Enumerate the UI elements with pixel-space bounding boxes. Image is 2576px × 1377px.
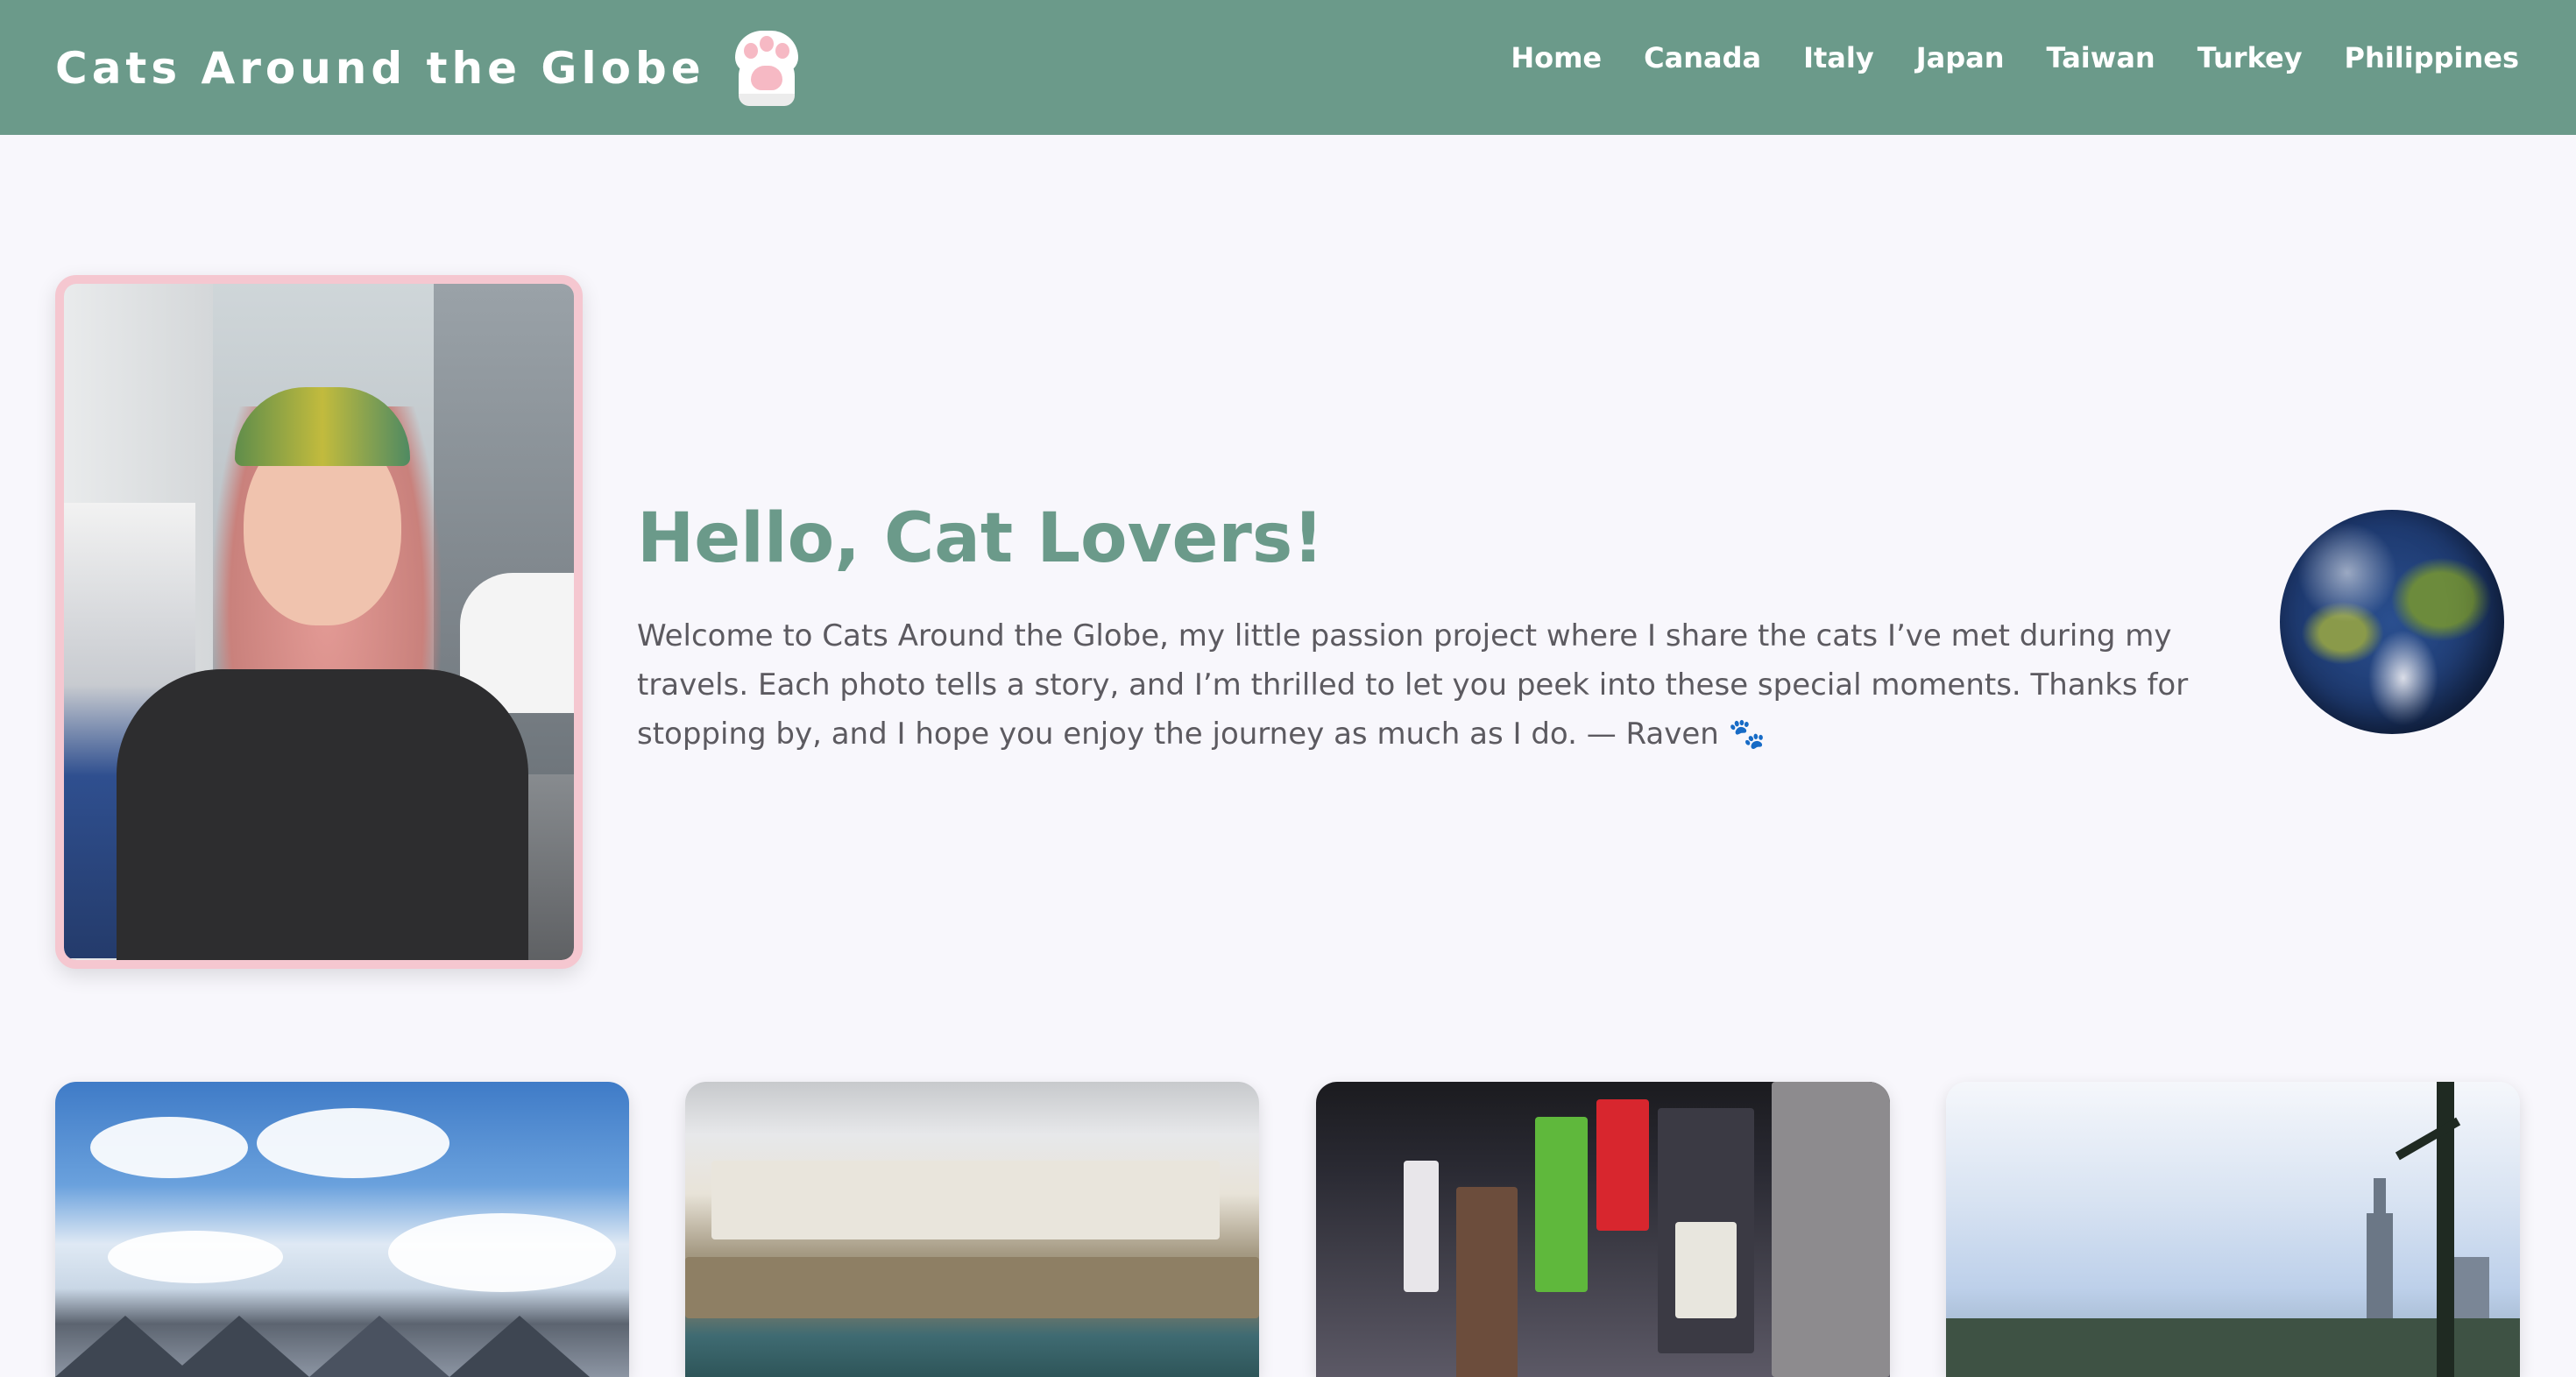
paw-sock-icon: [732, 31, 802, 106]
site-header: Cats Around the Globe Home Canada Italy …: [0, 0, 2576, 135]
nav-link-canada[interactable]: Canada: [1644, 41, 1761, 74]
brand[interactable]: Cats Around the Globe: [55, 26, 802, 110]
nav-link-taiwan[interactable]: Taiwan: [2046, 41, 2155, 74]
nav-link-philippines[interactable]: Philippines: [2345, 41, 2519, 74]
hero-intro-text: Welcome to Cats Around the Globe, my lit…: [637, 618, 2189, 752]
card-canada[interactable]: [55, 1082, 629, 1377]
nav-link-japan[interactable]: Japan: [1916, 41, 2005, 74]
site-title[interactable]: Cats Around the Globe: [55, 43, 705, 94]
hero-title: Hello, Cat Lovers!: [637, 499, 1324, 578]
card-italy[interactable]: [685, 1082, 1259, 1377]
earth-globe-icon: [2280, 510, 2504, 734]
nav-link-italy[interactable]: Italy: [1803, 41, 1874, 74]
author-portrait-photo: [55, 275, 583, 969]
card-taiwan[interactable]: [1946, 1082, 2520, 1377]
nav-link-home[interactable]: Home: [1511, 41, 1602, 74]
card-japan[interactable]: [1316, 1082, 1890, 1377]
main-nav: Home Canada Italy Japan Taiwan Turkey Ph…: [1511, 0, 2519, 116]
nav-link-turkey[interactable]: Turkey: [2197, 41, 2303, 74]
